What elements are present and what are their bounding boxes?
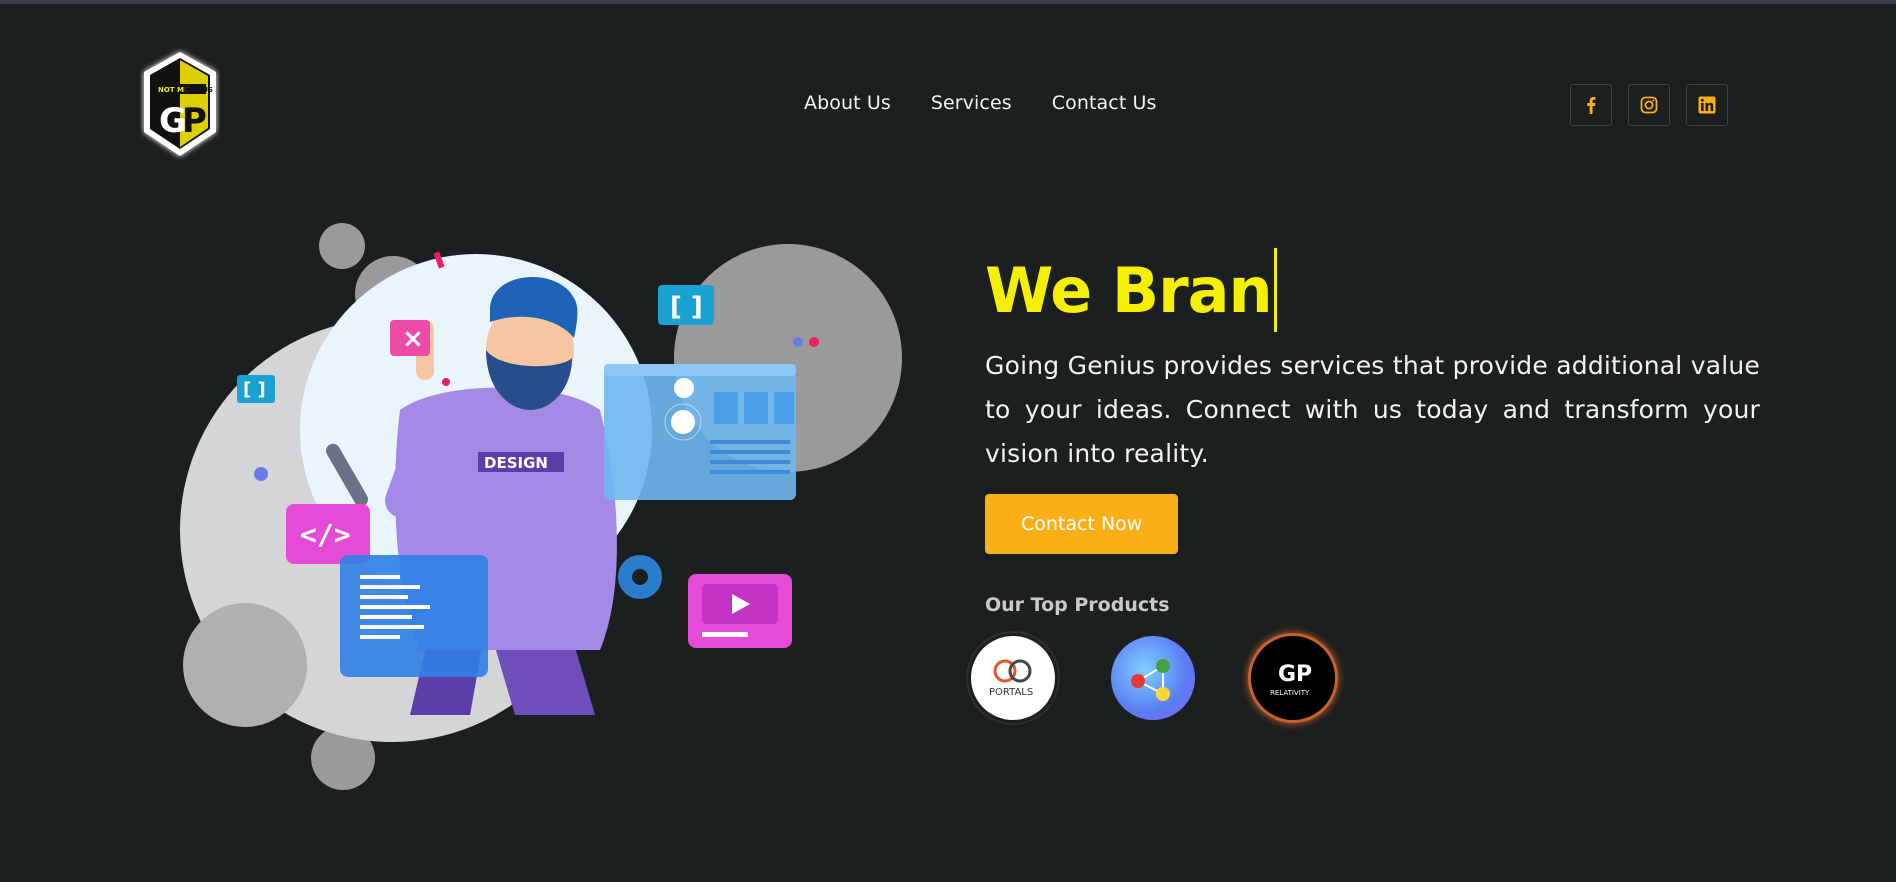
main-nav: About Us Services Contact Us <box>804 92 1157 114</box>
products-list: PORTALS GP RELATIVITY <box>971 636 1760 720</box>
nav-services[interactable]: Services <box>931 92 1012 114</box>
svg-text:</>: </> <box>300 518 351 551</box>
nav-about-us[interactable]: About Us <box>804 92 891 114</box>
svg-text:GP: GP <box>1278 662 1312 687</box>
nav-contact-us[interactable]: Contact Us <box>1052 92 1157 114</box>
hero-headline: We Bran <box>985 248 1760 332</box>
window-top-border <box>0 0 1896 4</box>
site-logo[interactable]: NOT ME BUT US G P <box>140 48 220 160</box>
svg-text:P: P <box>182 101 207 141</box>
portals-logo-icon: PORTALS <box>989 659 1033 698</box>
instagram-icon <box>1640 96 1658 114</box>
facebook-link[interactable] <box>1570 84 1612 126</box>
instagram-link[interactable] <box>1628 84 1670 126</box>
svg-text:[ ]: [ ] <box>243 379 266 400</box>
linkedin-link[interactable] <box>1686 84 1728 126</box>
facebook-icon <box>1587 97 1596 114</box>
art-label: DESIGN <box>484 454 548 472</box>
products-title: Our Top Products <box>985 594 1170 616</box>
linkedin-icon <box>1698 96 1716 114</box>
product-relativity[interactable]: GP RELATIVITY <box>1251 636 1335 720</box>
relativity-logo-icon: GP RELATIVITY <box>1270 662 1312 697</box>
page: NOT ME BUT US G P About Us Services Cont… <box>0 0 1896 882</box>
typing-caret <box>1273 248 1277 332</box>
portals-label: PORTALS <box>989 687 1033 698</box>
network-graph-icon <box>1131 659 1170 701</box>
hero-description: Going Genius provides services that prov… <box>985 351 1760 468</box>
svg-text:×: × <box>402 324 424 354</box>
product-network[interactable] <box>1111 636 1195 720</box>
logo-text-right: BUT US <box>184 86 213 94</box>
social-links <box>1570 84 1728 126</box>
hero-content: We Bran Going Genius provides services t… <box>971 248 1760 720</box>
headline-text: We Bran <box>985 253 1273 327</box>
hero-illustration: [ ] [ ] DESIGN × </> <box>180 210 920 830</box>
contact-now-button[interactable]: Contact Now <box>985 494 1179 554</box>
product-portals[interactable]: PORTALS <box>971 636 1055 720</box>
svg-text:[ ]: [ ] <box>670 292 703 322</box>
relativity-label: RELATIVITY <box>1270 689 1310 697</box>
